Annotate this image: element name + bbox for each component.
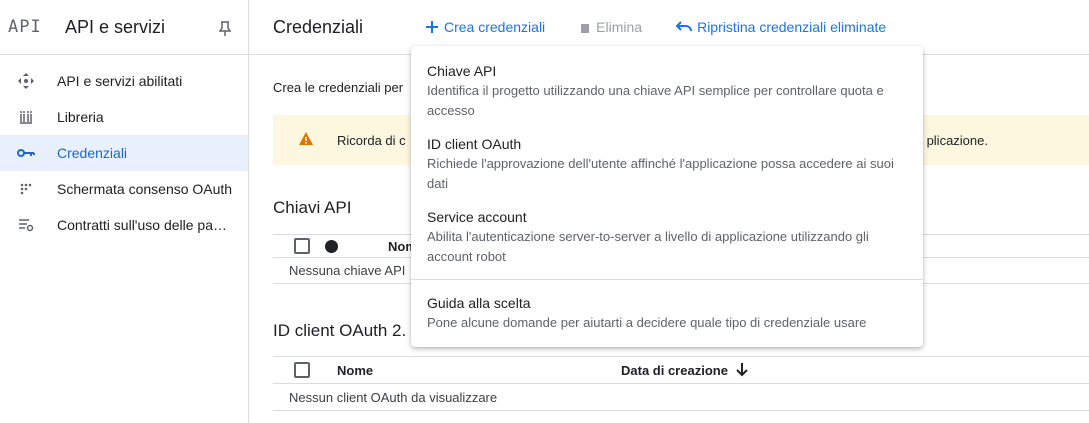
oauth-clients-table: Nome Data di creazione Nessun client OAu… [273, 356, 1089, 411]
page-title: Credenziali [273, 16, 364, 37]
api-logo: API [8, 17, 42, 37]
settings-list-icon [17, 216, 35, 234]
restore-label: Ripristina credenziali eliminate [697, 19, 887, 35]
sidebar-item-library[interactable]: Libreria [0, 99, 248, 135]
menu-item-title: Chiave API [427, 63, 497, 79]
menu-item-desc: Identifica il progetto utilizzando una c… [427, 83, 884, 118]
delete-label: Elimina [596, 19, 643, 35]
sidebar-item-label: Credenziali [57, 145, 128, 161]
menu-item-title: Guida alla scelta [427, 295, 531, 311]
status-dot-icon [325, 239, 338, 253]
select-all-checkbox[interactable] [294, 362, 310, 378]
menu-item-oauth-client[interactable]: ID client OAuth Richiede l'approvazione … [411, 127, 923, 200]
banner-text-start: Ricorda di c [337, 132, 406, 148]
sidebar-header: API API e servizi [0, 0, 248, 55]
api-keys-title: Chiavi API [273, 198, 352, 217]
trash-icon [579, 20, 591, 34]
table-header: Nome Data di creazione [273, 356, 1089, 384]
menu-divider [411, 279, 923, 280]
consent-icon [17, 180, 35, 198]
create-credentials-button[interactable]: Crea credenziali [425, 19, 545, 35]
menu-item-desc: Abilita l'autenticazione server-to-serve… [427, 229, 869, 264]
select-all-checkbox[interactable] [294, 238, 310, 254]
delete-button[interactable]: Elimina [579, 19, 642, 35]
sidebar-item-page-usage[interactable]: Contratti sull'uso delle pagine [0, 207, 248, 243]
pin-icon[interactable] [218, 21, 232, 37]
menu-item-title: Service account [427, 209, 527, 225]
empty-row: Nessun client OAuth da visualizzare [273, 384, 1089, 411]
sidebar-item-enabled-apis[interactable]: API e servizi abilitati [0, 63, 248, 99]
arrow-down-icon [736, 363, 748, 377]
column-date-label: Data di creazione [621, 362, 728, 378]
column-date-header[interactable]: Data di creazione [621, 363, 748, 378]
sidebar-title: API e servizi [65, 16, 166, 37]
menu-item-title: ID client OAuth [427, 136, 522, 152]
sidebar: API API e servizi API e servizi abilitat… [0, 0, 249, 423]
create-credentials-menu: Chiave API Identifica il progetto utiliz… [411, 46, 923, 347]
create-credentials-label: Crea credenziali [444, 19, 546, 35]
menu-item-api-key[interactable]: Chiave API Identifica il progetto utiliz… [411, 54, 923, 127]
sidebar-nav: API e servizi abilitati Libreria Credenz… [0, 55, 248, 243]
oauth-clients-title: ID client OAuth 2. [273, 321, 407, 340]
menu-item-help-choose[interactable]: Guida alla scelta Pone alcune domande pe… [411, 286, 923, 339]
banner-text-end: plicazione. [926, 132, 988, 148]
sidebar-item-label: API e servizi abilitati [57, 73, 183, 89]
library-icon [17, 108, 35, 126]
plus-icon [425, 20, 439, 34]
sidebar-item-label: Libreria [57, 109, 104, 125]
sidebar-item-label: Schermata consenso OAuth [57, 181, 233, 197]
undo-icon [676, 21, 693, 33]
sidebar-item-credentials[interactable]: Credenziali [0, 135, 248, 171]
menu-item-desc: Richiede l'approvazione dell'utente affi… [427, 156, 894, 191]
menu-item-desc: Pone alcune domande per aiutarti a decid… [427, 315, 867, 330]
menu-item-service-account[interactable]: Service account Abilita l'autenticazione… [411, 200, 923, 273]
sidebar-item-oauth-consent[interactable]: Schermata consenso OAuth [0, 171, 248, 207]
sidebar-item-label: Contratti sull'uso delle pagine [57, 217, 233, 233]
key-icon [17, 144, 35, 162]
warning-icon [299, 132, 313, 148]
column-name-header[interactable]: Nome [337, 363, 373, 378]
intro-text: Crea le credenziali per [273, 80, 404, 95]
restore-credentials-button[interactable]: Ripristina credenziali eliminate [676, 19, 886, 35]
diamond-arrows-icon [17, 72, 35, 90]
